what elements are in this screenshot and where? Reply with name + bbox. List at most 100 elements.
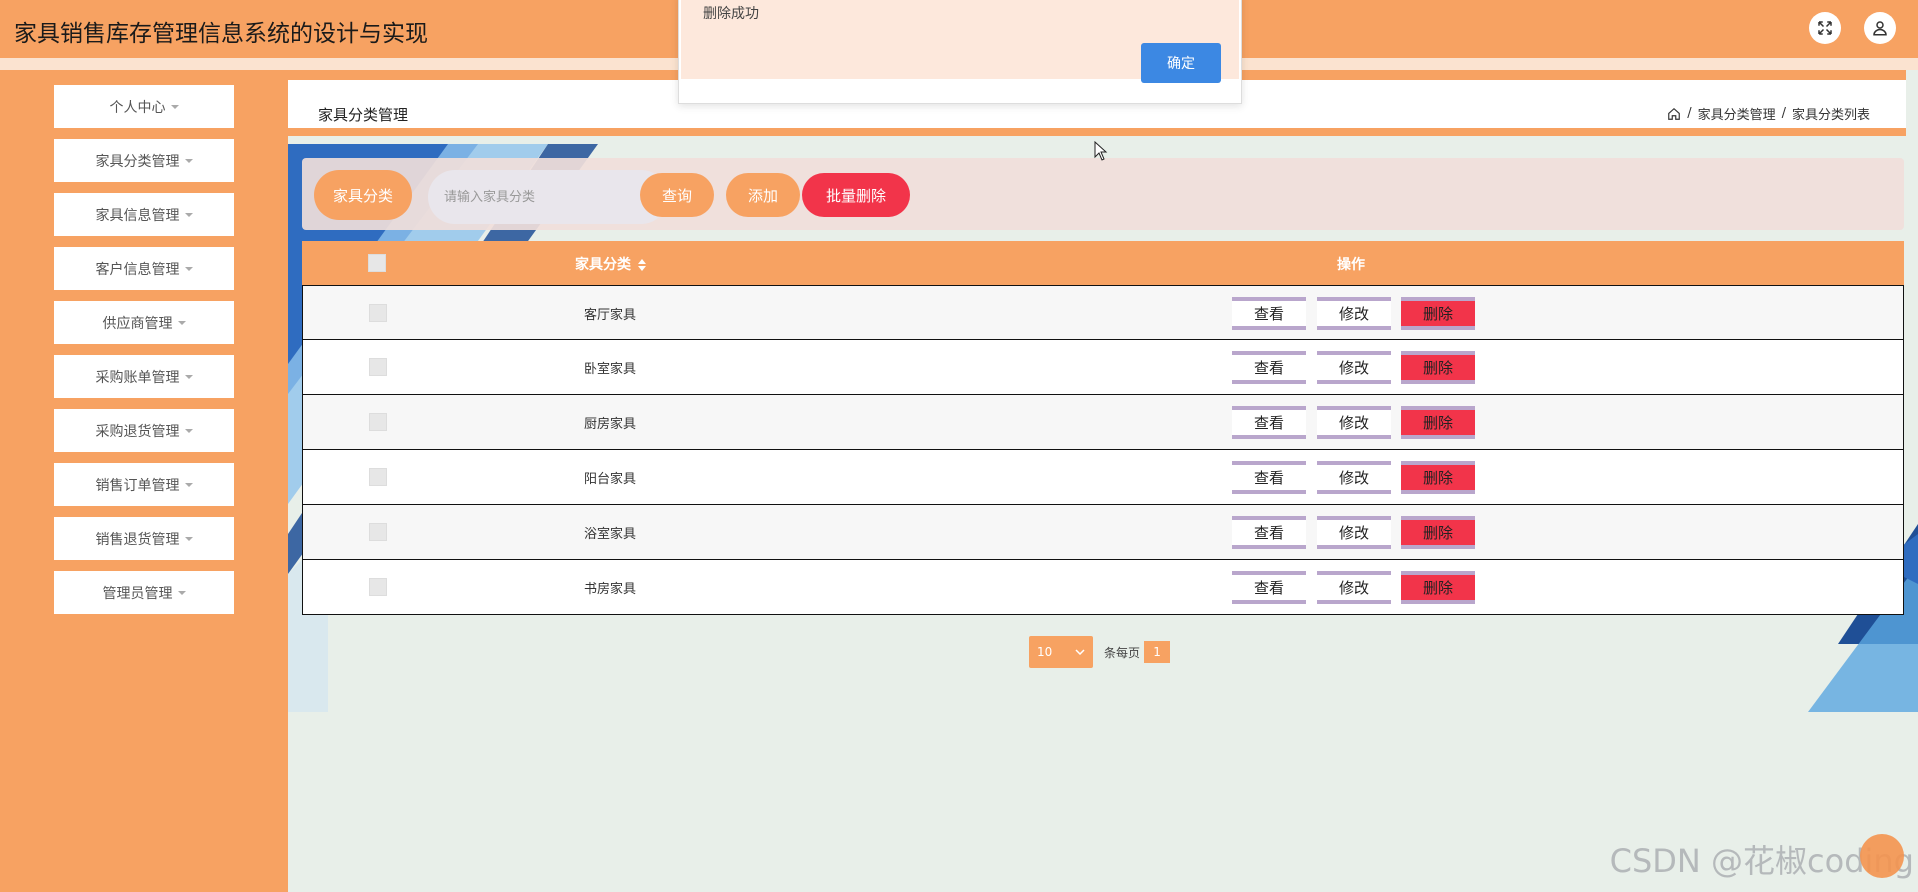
delete-button[interactable]: 删除 bbox=[1401, 461, 1475, 494]
table-body: 客厅家具 查看 修改 删除 卧室家具 查看 修改 删除 厨房家具 查看 修改 删… bbox=[302, 285, 1904, 615]
view-button[interactable]: 查看 bbox=[1232, 406, 1306, 439]
caret-down-icon bbox=[184, 266, 193, 271]
sort-icon[interactable] bbox=[637, 259, 646, 271]
sidebar-item-label: 销售退货管理 bbox=[95, 531, 180, 548]
expand-icon bbox=[1818, 21, 1832, 35]
view-button[interactable]: 查看 bbox=[1232, 571, 1306, 604]
view-button[interactable]: 查看 bbox=[1232, 351, 1306, 384]
header-category-label: 家具分类 bbox=[575, 257, 631, 273]
edit-button[interactable]: 修改 bbox=[1317, 406, 1391, 439]
table-row: 书房家具 查看 修改 删除 bbox=[302, 560, 1904, 615]
edit-button[interactable]: 修改 bbox=[1317, 351, 1391, 384]
page-size-value: 10 bbox=[1037, 645, 1053, 659]
caret-down-icon bbox=[184, 428, 193, 433]
fullscreen-button[interactable] bbox=[1809, 12, 1841, 44]
sidebar-item-label: 个人中心 bbox=[109, 99, 166, 116]
confirm-button[interactable]: 确定 bbox=[1141, 43, 1221, 83]
sidebar: 个人中心 家具分类管理 家具信息管理 客户信息管理 供应商管理 采购账单管理 采… bbox=[0, 70, 288, 892]
breadcrumb-item[interactable]: 家具分类管理 bbox=[1698, 104, 1776, 123]
query-button[interactable]: 查询 bbox=[640, 173, 714, 217]
sidebar-item-sales-order[interactable]: 销售订单管理 bbox=[54, 463, 234, 506]
header-operations: 操作 bbox=[1337, 257, 1365, 273]
caret-down-icon bbox=[184, 482, 193, 487]
category-search-input[interactable] bbox=[428, 170, 668, 224]
view-button[interactable]: 查看 bbox=[1232, 461, 1306, 494]
per-page-text: 条每页 bbox=[1104, 645, 1141, 660]
sidebar-item-purchase-bill[interactable]: 采购账单管理 bbox=[54, 355, 234, 398]
row-checkbox[interactable] bbox=[369, 468, 387, 486]
row-checkbox[interactable] bbox=[369, 358, 387, 376]
category-cell: 浴室家具 bbox=[584, 527, 637, 542]
batch-delete-button[interactable]: 批量删除 bbox=[802, 173, 910, 217]
edit-button[interactable]: 修改 bbox=[1317, 516, 1391, 549]
table-row: 厨房家具 查看 修改 删除 bbox=[302, 395, 1904, 450]
edit-button[interactable]: 修改 bbox=[1317, 297, 1391, 330]
caret-down-icon bbox=[177, 590, 186, 595]
caret-down-icon bbox=[184, 158, 193, 163]
edit-button[interactable]: 修改 bbox=[1317, 571, 1391, 604]
breadcrumb-separator: / bbox=[1781, 106, 1786, 121]
breadcrumb-item: 家具分类列表 bbox=[1791, 108, 1870, 123]
caret-down-icon bbox=[170, 104, 179, 109]
home-icon[interactable] bbox=[1667, 107, 1681, 121]
edit-button[interactable]: 修改 bbox=[1317, 461, 1391, 494]
pagination: 10 条每页 1 bbox=[1029, 636, 1171, 668]
search-bar: 家具分类 查询 添加 批量删除 bbox=[302, 158, 1904, 230]
main-content: 家具分类管理 / 家具分类管理 / 家具分类列表 家具分类 查询 添加 批量删除… bbox=[288, 70, 1918, 892]
caret-down-icon bbox=[184, 374, 193, 379]
sidebar-item-personal-center[interactable]: 个人中心 bbox=[54, 85, 234, 128]
sidebar-item-label: 采购账单管理 bbox=[95, 369, 180, 386]
user-icon bbox=[1873, 21, 1887, 36]
sidebar-item-customer-info[interactable]: 客户信息管理 bbox=[54, 247, 234, 290]
delete-button[interactable]: 删除 bbox=[1401, 406, 1475, 439]
delete-button[interactable]: 删除 bbox=[1401, 516, 1475, 549]
caret-down-icon bbox=[184, 212, 193, 217]
page-size-select[interactable]: 10 bbox=[1029, 636, 1093, 668]
table-row: 浴室家具 查看 修改 删除 bbox=[302, 505, 1904, 560]
sidebar-item-label: 管理员管理 bbox=[102, 585, 173, 602]
sidebar-item-purchase-return[interactable]: 采购退货管理 bbox=[54, 409, 234, 452]
category-cell: 客厅家具 bbox=[584, 308, 637, 323]
view-button[interactable]: 查看 bbox=[1232, 297, 1306, 330]
category-cell: 厨房家具 bbox=[584, 417, 637, 432]
sidebar-item-supplier[interactable]: 供应商管理 bbox=[54, 301, 234, 344]
sidebar-item-label: 供应商管理 bbox=[102, 315, 173, 332]
mouse-cursor-icon bbox=[1094, 141, 1108, 161]
row-checkbox[interactable] bbox=[369, 523, 387, 541]
chevron-down-icon bbox=[1075, 649, 1085, 655]
sidebar-item-label: 采购退货管理 bbox=[95, 423, 180, 440]
select-all-checkbox[interactable] bbox=[368, 254, 386, 272]
delete-button[interactable]: 删除 bbox=[1401, 297, 1475, 330]
table-row: 客厅家具 查看 修改 删除 bbox=[302, 285, 1904, 340]
table-row: 阳台家具 查看 修改 删除 bbox=[302, 450, 1904, 505]
sidebar-item-label: 销售订单管理 bbox=[95, 477, 180, 494]
sidebar-item-furniture-category[interactable]: 家具分类管理 bbox=[54, 139, 234, 182]
sidebar-item-furniture-info[interactable]: 家具信息管理 bbox=[54, 193, 234, 236]
add-button[interactable]: 添加 bbox=[726, 173, 800, 217]
message-box: 删除成功 确定 bbox=[678, 0, 1242, 104]
caret-down-icon bbox=[177, 320, 186, 325]
delete-button[interactable]: 删除 bbox=[1401, 571, 1475, 604]
category-table: 家具分类 操作 客厅家具 查看 修改 删除 卧室家具 查看 修改 删除 厨房家具… bbox=[302, 241, 1904, 615]
category-cell: 卧室家具 bbox=[584, 362, 637, 377]
user-button[interactable] bbox=[1864, 12, 1896, 44]
sidebar-item-label: 家具分类管理 bbox=[95, 153, 180, 170]
floating-ball[interactable] bbox=[1860, 834, 1904, 878]
category-cell: 书房家具 bbox=[584, 582, 637, 597]
header-category[interactable]: 家具分类 bbox=[575, 254, 646, 274]
breadcrumb: / 家具分类管理 / 家具分类列表 bbox=[1667, 104, 1870, 123]
category-cell: 阳台家具 bbox=[584, 472, 637, 487]
view-button[interactable]: 查看 bbox=[1232, 516, 1306, 549]
row-checkbox[interactable] bbox=[369, 413, 387, 431]
delete-button[interactable]: 删除 bbox=[1401, 351, 1475, 384]
row-checkbox[interactable] bbox=[369, 578, 387, 596]
breadcrumb-separator: / bbox=[1687, 106, 1692, 121]
sidebar-item-label: 客户信息管理 bbox=[95, 261, 180, 278]
sidebar-item-sales-return[interactable]: 销售退货管理 bbox=[54, 517, 234, 560]
sidebar-item-label: 家具信息管理 bbox=[95, 207, 180, 224]
page-title: 家具分类管理 bbox=[318, 106, 409, 124]
sidebar-item-admin[interactable]: 管理员管理 bbox=[54, 571, 234, 614]
page-number[interactable]: 1 bbox=[1144, 641, 1171, 663]
table-header: 家具分类 操作 bbox=[302, 241, 1904, 285]
row-checkbox[interactable] bbox=[369, 304, 387, 322]
